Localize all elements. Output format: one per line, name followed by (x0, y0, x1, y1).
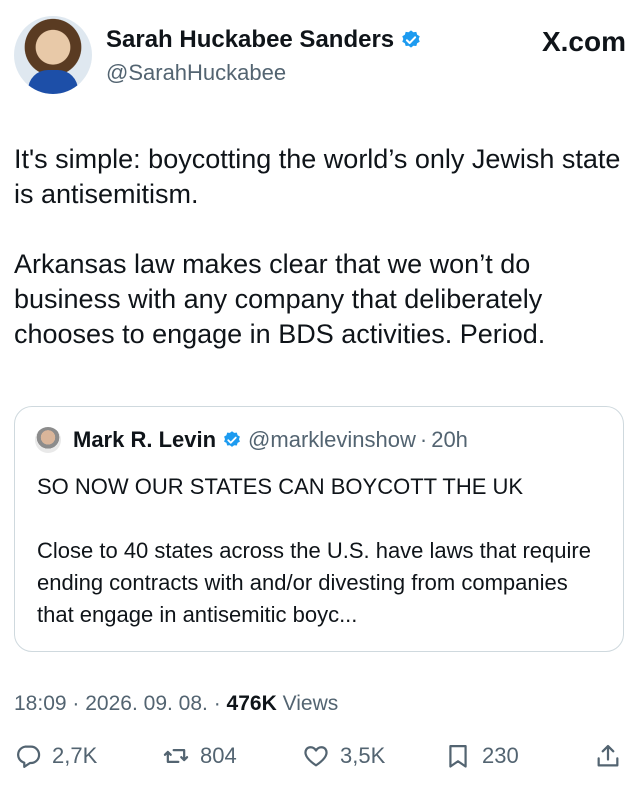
author-avatar[interactable] (14, 16, 92, 94)
verified-badge-icon (224, 431, 240, 447)
share-button[interactable] (594, 742, 622, 770)
tweet-body: It's simple: boycotting the world’s only… (14, 142, 626, 352)
quoted-tweet-time[interactable]: 20h (431, 427, 468, 453)
separator-dot: · (213, 692, 221, 715)
reply-count: 2,7K (52, 743, 98, 768)
tweet-date[interactable]: 2026. 09. 08. (85, 692, 208, 715)
quoted-author-avatar[interactable] (35, 427, 61, 453)
quoted-tweet[interactable]: Mark R. Levin @marklevinshow · 20h SO NO… (14, 406, 624, 652)
quoted-tweet-paragraph: SO NOW OUR STATES CAN BOYCOTT THE UK (37, 474, 524, 499)
tweet-time[interactable]: 18:09 (14, 692, 67, 715)
quoted-tweet-body: SO NOW OUR STATES CAN BOYCOTT THE UK Clo… (37, 471, 607, 631)
like-count: 3,5K (340, 743, 386, 768)
author-name[interactable]: Sarah Huckabee Sanders (106, 26, 394, 54)
quoted-tweet-header: Mark R. Levin @marklevinshow · 20h (35, 427, 468, 453)
heart-icon (304, 746, 328, 767)
views-label: Views (282, 692, 339, 715)
tweet-meta: 18:09 · 2026. 09. 08. · 476K Views (14, 692, 338, 716)
repost-button[interactable]: 804 (162, 742, 237, 770)
verified-badge-icon (402, 30, 420, 48)
bookmark-button[interactable]: 230 (444, 742, 519, 770)
bookmark-icon (449, 744, 467, 768)
tweet-paragraph: It's simple: boycotting the world’s only… (14, 144, 621, 209)
brand-label: X.com (541, 26, 626, 57)
separator-dot: · (419, 427, 428, 452)
reply-button[interactable]: 2,7K (14, 742, 97, 770)
share-icon (597, 744, 619, 767)
quoted-author-handle[interactable]: @marklevinshow (248, 427, 416, 453)
separator-dot: · (72, 692, 80, 715)
quoted-author-name[interactable]: Mark R. Levin (73, 427, 216, 453)
tweet-header: Sarah Huckabee Sanders @SarahHuckabee X.… (14, 16, 626, 96)
repost-icon (163, 749, 189, 763)
repost-count: 804 (200, 743, 237, 768)
reply-icon (17, 745, 41, 768)
quoted-tweet-paragraph: Close to 40 states across the U.S. have … (37, 538, 591, 627)
action-bar: 2,7K 804 3,5K 230 (14, 742, 626, 782)
bookmark-count: 230 (482, 743, 519, 768)
author-handle[interactable]: @SarahHuckabee (106, 60, 286, 86)
author-name-row: Sarah Huckabee Sanders (106, 26, 422, 54)
views-count: 476K (226, 692, 277, 715)
like-button[interactable]: 3,5K (302, 742, 385, 770)
tweet-paragraph: Arkansas law makes clear that we won’t d… (14, 249, 546, 349)
